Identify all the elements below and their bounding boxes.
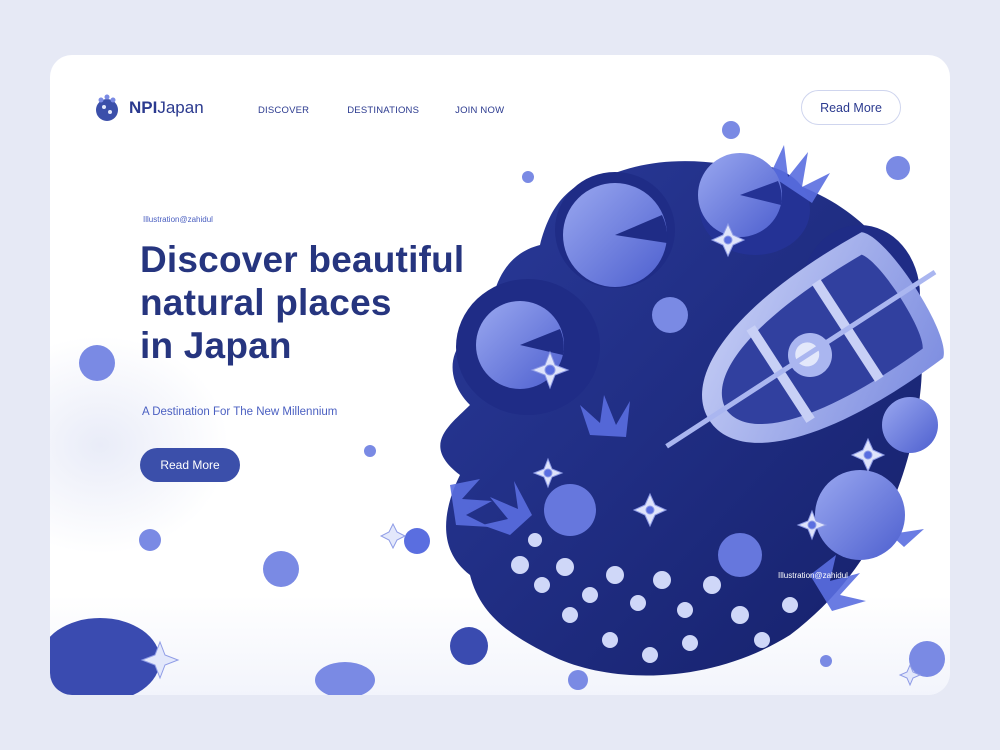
header-read-more-button[interactable]: Read More xyxy=(801,90,901,125)
main-nav: DISCOVER DESTINATIONS JOIN NOW xyxy=(258,105,504,116)
hero-subtitle: A Destination For The New Millennium xyxy=(142,406,338,418)
nav-link-join-now[interactable]: JOIN NOW xyxy=(455,105,504,116)
nav-link-destinations[interactable]: DESTINATIONS xyxy=(347,105,419,116)
hero-read-more-button[interactable]: Read More xyxy=(140,448,240,482)
flower-logo-icon xyxy=(96,94,118,121)
landing-card: Illustration@zahidul NPI Japan DISCOVER … xyxy=(50,55,950,695)
brand-name-light: Japan xyxy=(157,98,204,117)
hero-title-line: natural places xyxy=(140,282,392,323)
brand-name-bold: NPI xyxy=(129,98,158,117)
hero-title-line: in Japan xyxy=(140,325,292,366)
pond-illustration xyxy=(50,121,945,695)
nav-link-discover[interactable]: DISCOVER xyxy=(258,105,309,116)
hero-title-line: Discover beautiful xyxy=(140,239,465,280)
hero-title: Discover beautiful natural places in Jap… xyxy=(140,238,464,367)
hero-credit: Illustration@zahidul xyxy=(143,215,213,224)
illustration-credit: Illustration@zahidul xyxy=(778,571,848,580)
brand-logo[interactable]: NPI Japan xyxy=(95,93,204,123)
